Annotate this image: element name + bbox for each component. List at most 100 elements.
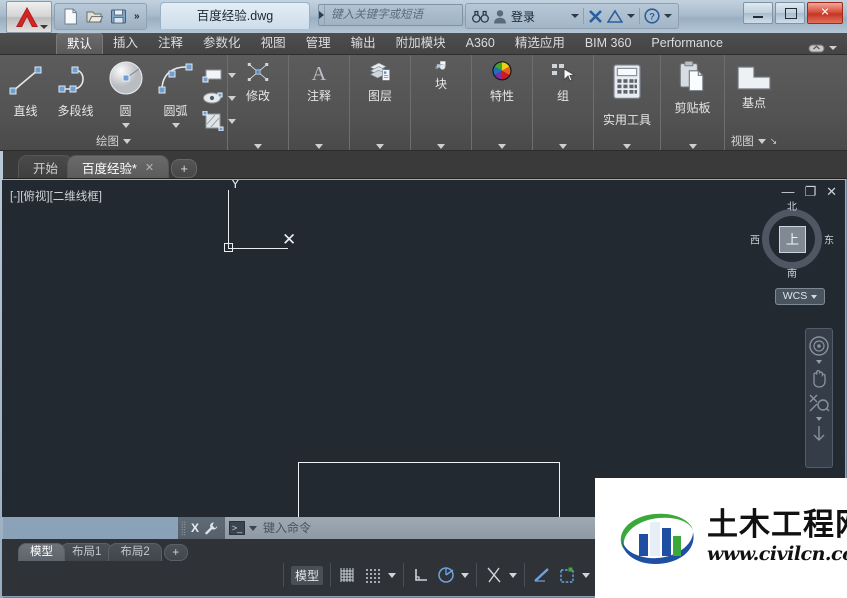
zoom-orbit-caret-icon[interactable] [816,417,822,421]
panel-expand-icon[interactable] [437,144,445,149]
ribbon-tab-insert[interactable]: 插入 [103,33,148,54]
help-caret-icon[interactable] [664,14,673,18]
more-icon[interactable]: » [134,11,139,22]
ribbon-panel-clipboard-title[interactable] [661,144,724,149]
wrench-icon[interactable] [204,520,220,536]
layout-tab-model[interactable]: 模型 [18,543,65,561]
polar-tracking-caret-icon[interactable] [461,572,470,578]
open-icon[interactable] [86,8,103,25]
ribbon-tab-addins[interactable]: 附加模块 [386,33,456,54]
ribbon-tab-annotate[interactable]: 注释 [148,33,193,54]
ribbon-panel-view-title[interactable]: 视图 ↘ [725,133,783,149]
ribbon-panel-annotate[interactable]: A 注释 [289,55,350,150]
snap-mode-icon[interactable] [363,566,383,584]
new-icon[interactable] [62,8,79,25]
viewport-restore-icon[interactable]: ❐ [804,185,816,198]
steering-wheel-icon[interactable] [808,335,830,357]
panel-expand-icon[interactable] [376,144,384,149]
polar-tracking-icon[interactable] [436,566,456,584]
application-menu-button[interactable] [6,1,52,33]
pan-hand-icon[interactable] [808,367,830,389]
tool-arc[interactable]: 圆弧 [152,60,200,128]
signin-caret-icon[interactable] [571,14,580,18]
panel-expand-icon[interactable] [498,144,506,149]
panel-expand-icon[interactable] [623,144,631,149]
search-box[interactable] [318,4,489,26]
view-cube-north-label[interactable]: 北 [787,198,797,213]
binoculars-icon[interactable] [472,9,489,24]
ribbon-panel-view[interactable]: 基点 视图 ↘ [725,55,783,150]
view-cube-east-label[interactable]: 东 [824,232,834,247]
ribbon-panel-utilities[interactable]: 实用工具 [594,55,661,150]
ribbon-tab-output[interactable]: 输出 [341,33,386,54]
command-history-caret-icon[interactable] [249,525,258,531]
viewport-minimize-icon[interactable]: — [781,185,794,198]
drawing-canvas[interactable]: [-][俯视][二维线框] — ❐ ✕ Y ✕ 北 南 西 东 上 WCS [2,180,845,517]
console-icon[interactable]: >_ [229,521,246,535]
command-line-close-icon[interactable]: X [191,521,199,535]
save-icon[interactable] [110,8,127,25]
maximize-button[interactable] [775,2,805,24]
snap-mode-caret-icon[interactable] [388,572,397,578]
lineweight-icon[interactable] [532,566,552,584]
ribbon-panel-modify[interactable]: 修改 [228,55,289,150]
transparency-caret-icon[interactable] [582,572,591,578]
ribbon-tab-parametric[interactable]: 参数化 [193,33,251,54]
viewport-close-icon[interactable]: ✕ [826,185,837,198]
tool-line[interactable]: 直线 [2,60,50,119]
ribbon-panel-draw-title[interactable]: 绘图 [0,133,227,149]
quick-access-toolbar[interactable]: » [54,3,147,30]
ribbon-panel-utilities-title[interactable] [594,144,660,149]
view-cube[interactable]: 北 南 西 东 上 [750,198,834,280]
ribbon-collapse-icon[interactable] [808,42,825,54]
panel-expand-icon[interactable] [559,144,567,149]
doc-tab-start[interactable]: 开始 [18,155,74,178]
autodesk-icon[interactable] [607,9,624,24]
panel-expand-icon[interactable] [123,138,131,144]
tool-circle-dropdown-icon[interactable] [121,123,130,128]
ortho-mode-icon[interactable] [411,566,431,584]
ribbon-panel-block-title[interactable] [411,144,471,149]
ribbon-panel-properties[interactable]: 特性 [472,55,533,150]
doc-tab-close-icon[interactable]: ✕ [145,161,154,174]
tool-arc-dropdown-icon[interactable] [171,123,180,128]
viewport-label[interactable]: [-][俯视][二维线框] [10,188,102,204]
rewind-icon[interactable] [808,424,830,446]
grid-display-icon[interactable] [338,566,358,584]
drawn-rectangle[interactable] [298,462,560,517]
autodesk-caret-icon[interactable] [627,14,636,18]
ribbon-panel-clipboard[interactable]: 剪贴板 [661,55,725,150]
object-snap-caret-icon[interactable] [509,572,518,578]
doc-tab-drawing[interactable]: 百度经验* ✕ [67,155,170,178]
ribbon-tab-default[interactable]: 默认 [56,33,104,54]
ribbon-panel-block[interactable]: 块 [411,55,472,150]
ribbon-panel-properties-title[interactable] [472,144,532,149]
help-icon[interactable]: ? [644,8,660,24]
ribbon-tab-bim360[interactable]: BIM 360 [575,33,642,54]
ribbon-tab-manage[interactable]: 管理 [296,33,341,54]
tool-polyline[interactable]: 多段线 [52,60,100,119]
panel-expand-icon[interactable] [757,138,766,144]
panel-expand-icon[interactable] [688,144,697,149]
status-model-space-group[interactable]: 模型 [283,563,332,587]
command-line-grip[interactable] [181,520,186,536]
object-snap-icon[interactable] [484,566,504,584]
zoom-orbit-icon[interactable] [808,392,830,414]
panel-expand-icon[interactable] [315,144,323,149]
minimize-button[interactable] [743,2,773,24]
transparency-icon[interactable] [557,566,577,584]
steering-wheel-caret-icon[interactable] [816,360,822,364]
document-title-tab[interactable]: 百度经验.dwg [160,2,310,29]
status-model-label[interactable]: 模型 [291,565,324,585]
panel-dialog-launcher-icon[interactable]: ↘ [770,136,778,147]
ribbon-collapse-caret-icon[interactable] [829,46,837,50]
close-button[interactable]: ✕ [807,2,843,24]
ribbon-panel-modify-title[interactable] [228,144,288,149]
ribbon-tab-a360[interactable]: A360 [456,33,505,54]
ribbon-tab-performance[interactable]: Performance [641,33,733,54]
view-cube-top-face[interactable]: 上 [779,226,806,253]
panel-expand-icon[interactable] [254,144,262,149]
tool-circle[interactable]: 圆 [102,60,150,128]
view-cube-south-label[interactable]: 南 [787,265,797,280]
doc-tab-add-button[interactable]: + [171,159,198,178]
